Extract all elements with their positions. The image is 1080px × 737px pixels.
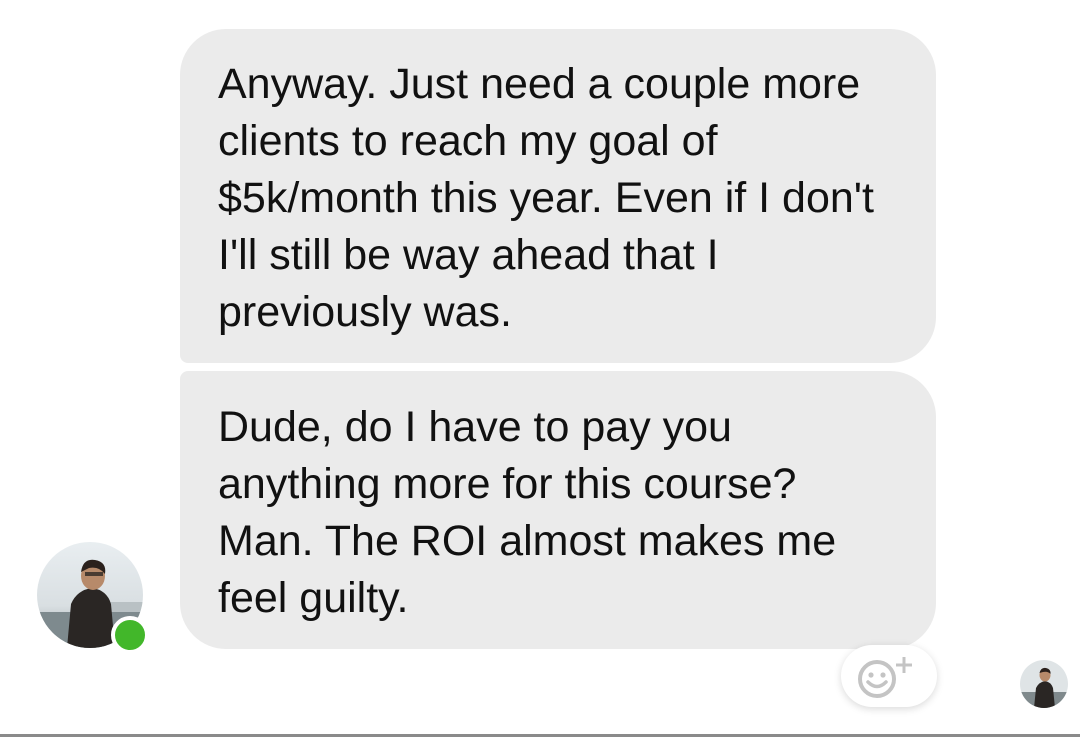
message-text: Dude, do I have to pay you anything more…: [218, 403, 837, 622]
online-status-dot: [111, 616, 149, 654]
message-bubble[interactable]: Dude, do I have to pay you anything more…: [180, 371, 936, 649]
smiley-add-icon: [858, 657, 912, 698]
chat-thread: Anyway. Just need a couple more clients …: [0, 0, 1080, 737]
seen-receipt-avatar: [1020, 660, 1068, 708]
seen-avatar-photo: [1020, 660, 1068, 708]
add-reaction-button[interactable]: [841, 645, 937, 707]
message-bubble[interactable]: Anyway. Just need a couple more clients …: [180, 29, 936, 363]
message-text: Anyway. Just need a couple more clients …: [218, 60, 874, 336]
